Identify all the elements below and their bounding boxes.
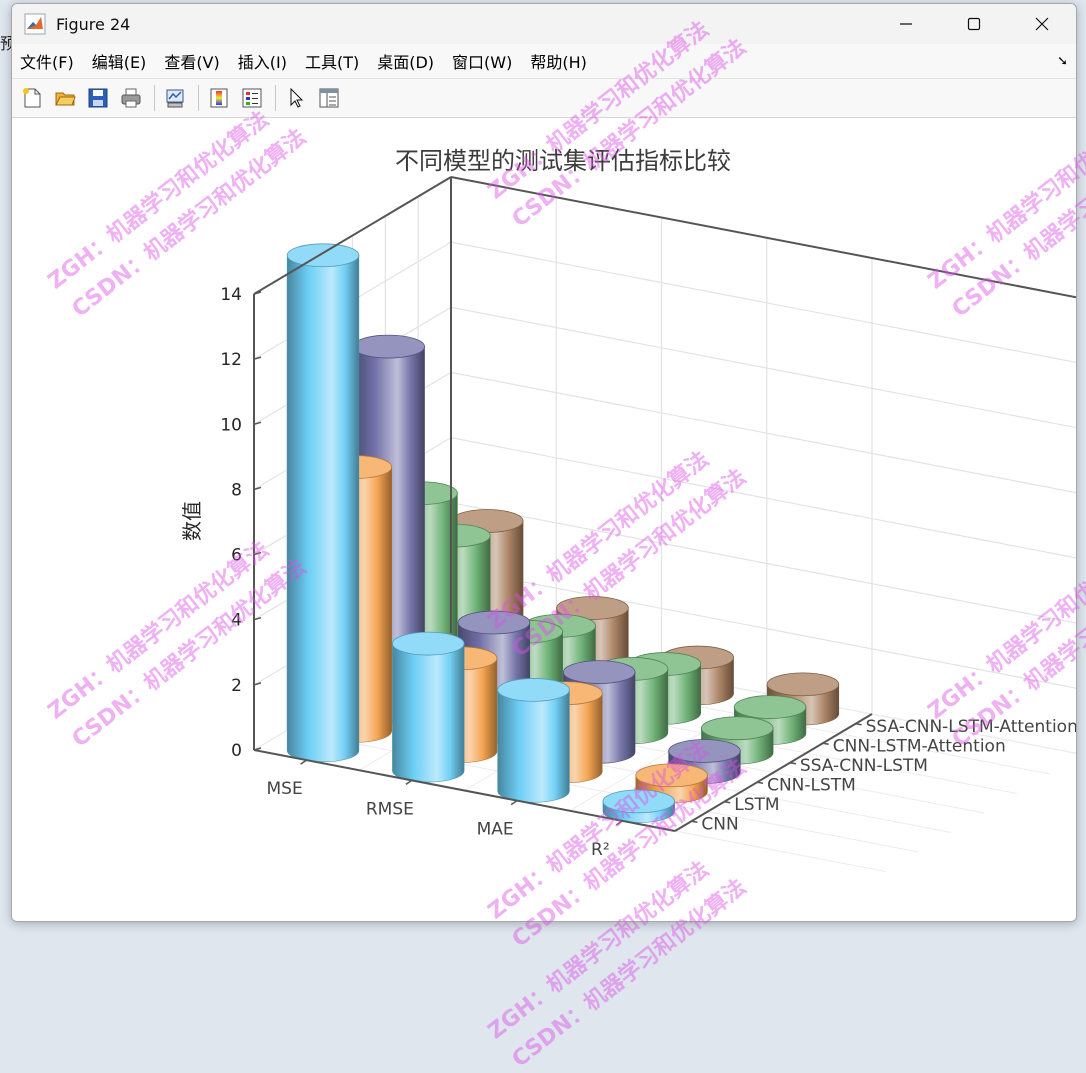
y-tick <box>756 781 764 784</box>
bar-body <box>392 643 465 783</box>
z-tick-label: 8 <box>231 480 242 500</box>
bar-top <box>635 763 708 788</box>
y-tick-label: SSA-CNN-LSTM-Attention <box>866 717 1077 737</box>
bar3-chart[interactable]: 02468101214MSERMSEMAER²CNNLSTMCNN-LSTMSS… <box>11 3 1077 922</box>
bar-top <box>457 610 531 635</box>
x-tick-label: RMSE <box>366 799 414 819</box>
bar-CNN-R²[interactable] <box>602 789 676 823</box>
x-tick-label: MSE <box>267 779 303 799</box>
y-tick <box>822 742 829 745</box>
z-tick-label: 14 <box>220 285 242 305</box>
bar-CNN-MSE[interactable] <box>286 243 360 763</box>
z-tick-label: 4 <box>231 611 242 631</box>
y-tick-label: SSA-CNN-LSTM <box>800 756 928 776</box>
y-tick <box>855 723 862 726</box>
bar-body <box>286 254 360 763</box>
bar-body <box>497 689 570 803</box>
x-tick-label: R² <box>591 840 610 860</box>
x-tick <box>510 800 518 806</box>
bar-top <box>352 334 425 359</box>
z-tick-label: 6 <box>231 546 242 566</box>
bar-top <box>392 631 465 656</box>
x-tick <box>405 779 413 785</box>
z-tick-label: 12 <box>220 350 242 370</box>
chart-title: 不同模型的测试集评估指标比较 <box>395 147 731 175</box>
bar-top <box>766 672 840 697</box>
z-tick-label: 0 <box>231 741 242 761</box>
y-tick <box>724 801 731 804</box>
y-tick <box>789 762 797 765</box>
bar-top <box>562 660 636 684</box>
bar-CNN-MAE[interactable] <box>497 678 570 803</box>
figure-canvas: 0 2 4 6 8 10 12 14 MSE RMSE MAE R² CNN LSTM CNN-LSTM SS… <box>12 118 1076 921</box>
x-tick <box>300 759 308 765</box>
bar-top <box>497 678 570 702</box>
y-tick <box>691 820 698 823</box>
bar-top <box>602 789 676 814</box>
bar-top <box>701 716 774 741</box>
bar-top <box>668 739 741 763</box>
x-tick <box>615 820 623 826</box>
z-axis-label: 数值 <box>180 501 204 541</box>
x-tick-label: MAE <box>477 820 514 840</box>
bar-CNN-RMSE[interactable] <box>392 631 465 783</box>
bar-top <box>733 695 807 719</box>
y-tick-label: CNN-LSTM-Attention <box>833 736 1006 756</box>
bar-top <box>286 243 360 268</box>
y-tick-label: CNN-LSTM <box>767 775 856 795</box>
z-tick-label: 10 <box>220 415 242 435</box>
figure-window: Figure 24 文件(F) 编辑(E) 查看(V) 插入(I) 工具(T) … <box>11 3 1077 922</box>
y-tick-label: LSTM <box>734 795 779 815</box>
z-tick-label: 2 <box>231 676 242 696</box>
y-tick-label: CNN <box>701 814 738 834</box>
